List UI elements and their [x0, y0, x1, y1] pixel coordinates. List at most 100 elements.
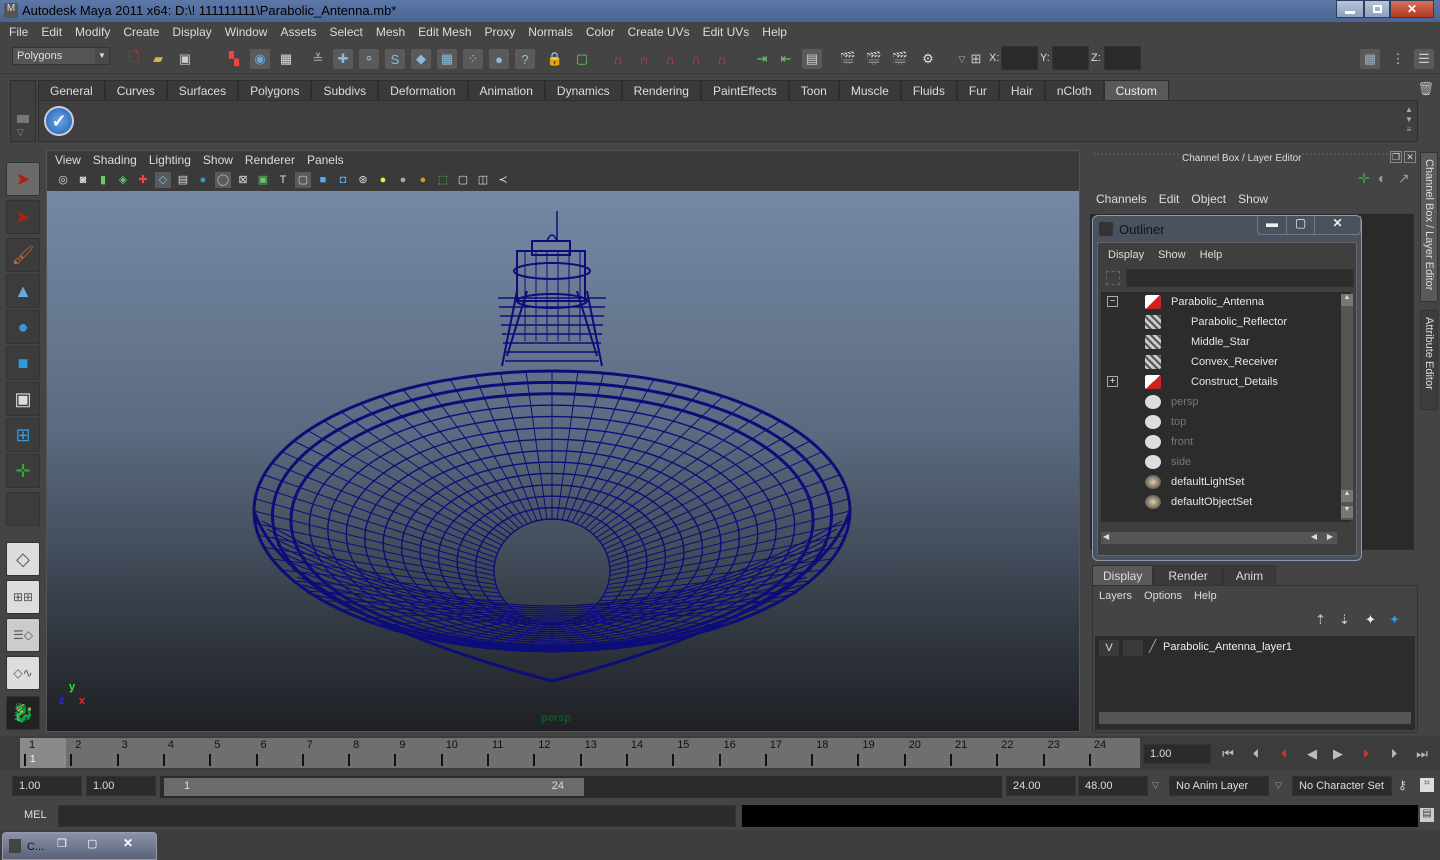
- viewport-menu-view[interactable]: View: [55, 153, 93, 167]
- select-by-object-button[interactable]: ◉: [250, 49, 270, 69]
- scroll-up-icon[interactable]: ▲: [1341, 490, 1353, 502]
- select-handles-button[interactable]: ✚: [333, 49, 353, 69]
- highlight-selection-button[interactable]: ▢: [572, 49, 592, 69]
- new-layer-icon[interactable]: ✦: [1365, 612, 1376, 628]
- shelf-tab-painteffects[interactable]: PaintEffects: [700, 80, 789, 100]
- shelf-tab-fluids[interactable]: Fluids: [900, 80, 957, 100]
- snap-curve-button[interactable]: ∩: [634, 49, 654, 69]
- menu-color[interactable]: Color: [581, 25, 623, 39]
- play-backwards-button[interactable]: ◀: [1302, 746, 1322, 762]
- outliner-vscrollbar[interactable]: ▲ ▲ ▼: [1341, 294, 1353, 520]
- scroll-left-icon[interactable]: ◀: [1311, 532, 1317, 541]
- shelf-tab-subdivs[interactable]: Subdivs: [311, 80, 379, 100]
- film-gate-icon[interactable]: ▤: [175, 172, 191, 188]
- animation-start-field[interactable]: 1.00: [12, 776, 82, 796]
- range-slider-handle[interactable]: 1 24: [164, 778, 584, 796]
- shelf-tab-muscle[interactable]: Muscle: [838, 80, 901, 100]
- absolute-transform-button[interactable]: ⊞: [966, 49, 986, 69]
- current-time-field[interactable]: 1.00: [1143, 744, 1211, 764]
- panel-drag-handle-right[interactable]: [1302, 153, 1392, 161]
- shelf-tab-rendering[interactable]: Rendering: [621, 80, 701, 100]
- shelf-tab-deformation[interactable]: Deformation: [378, 80, 468, 100]
- render-settings-button[interactable]: ⚙: [918, 49, 938, 69]
- select-joints-button[interactable]: ⚬: [359, 49, 379, 69]
- two-d-pan-zoom-icon[interactable]: ✚: [135, 172, 151, 188]
- menu-assets[interactable]: Assets: [275, 25, 324, 39]
- mask-dropdown-button[interactable]: ≚: [308, 49, 328, 69]
- menu-display[interactable]: Display: [167, 25, 219, 39]
- go-to-end-button[interactable]: ⏭: [1412, 746, 1432, 762]
- textured-icon[interactable]: ⊛: [355, 172, 371, 188]
- outliner-item[interactable]: defaultObjectSet: [1101, 492, 1339, 512]
- outliner-item[interactable]: Convex_Receiver: [1101, 352, 1339, 372]
- step-back-key-button[interactable]: ⏴: [1246, 746, 1266, 762]
- outliner-item[interactable]: persp: [1101, 392, 1339, 412]
- play-forwards-button[interactable]: ▶: [1328, 746, 1348, 762]
- shelf-tab-fur[interactable]: Fur: [956, 80, 999, 100]
- layer-tab-anim[interactable]: Anim: [1222, 565, 1277, 586]
- bookmarks-icon[interactable]: ▮: [95, 172, 111, 188]
- four-view-layout[interactable]: ⊞⊞: [6, 580, 40, 614]
- viewport-menu-lighting[interactable]: Lighting: [149, 153, 203, 167]
- step-forward-key-button[interactable]: ⏵: [1384, 746, 1404, 762]
- menu-window[interactable]: Window: [220, 25, 276, 39]
- help-menu[interactable]: Help: [1194, 590, 1217, 602]
- menu-set-dropdown[interactable]: Polygons ▼: [12, 47, 110, 65]
- shelf-tab-custom[interactable]: Custom: [1103, 80, 1169, 100]
- layer-type-toggle[interactable]: [1123, 640, 1143, 656]
- collapse-icon[interactable]: −: [1107, 296, 1118, 307]
- all-lights-icon[interactable]: ●: [395, 172, 411, 188]
- viewport-menu-renderer[interactable]: Renderer: [245, 153, 307, 167]
- playback-end-field[interactable]: 24.00: [1006, 776, 1076, 796]
- show-manipulator-tool[interactable]: ✛: [6, 454, 40, 488]
- character-set-dropdown[interactable]: No Character Set: [1292, 776, 1392, 796]
- new-layer-from-selection-icon[interactable]: ✦: [1389, 612, 1400, 628]
- universal-manipulator-tool[interactable]: ▣: [6, 382, 40, 416]
- render-view-button[interactable]: 🎬: [838, 49, 858, 69]
- channel-box-toggle[interactable]: ☰: [1414, 49, 1434, 69]
- current-time-marker[interactable]: [20, 738, 66, 768]
- menu-modify[interactable]: Modify: [70, 25, 118, 39]
- select-deformations-button[interactable]: ▦: [437, 49, 457, 69]
- layer-name[interactable]: Parabolic_Antenna_layer1: [1163, 641, 1292, 653]
- layers-menu[interactable]: Layers: [1099, 590, 1132, 602]
- select-by-component-button[interactable]: ▦: [276, 49, 296, 69]
- shelf-tab-surfaces[interactable]: Surfaces: [166, 80, 239, 100]
- default-lighting-icon[interactable]: ●: [375, 172, 391, 188]
- close-button[interactable]: ✕: [1390, 0, 1434, 18]
- step-back-frame-button[interactable]: ⏴: [1274, 746, 1294, 762]
- wireframe-icon[interactable]: ▢: [295, 172, 311, 188]
- scroll-left-icon[interactable]: ◀: [1103, 532, 1109, 541]
- outliner-item[interactable]: Parabolic_Reflector: [1101, 312, 1339, 332]
- smooth-shade-icon[interactable]: ■: [315, 172, 331, 188]
- scroll-down-icon[interactable]: ▼: [1341, 506, 1353, 518]
- shelf-tab-toon[interactable]: Toon: [788, 80, 839, 100]
- field-chart-icon[interactable]: ⊠: [235, 172, 251, 188]
- image-plane-icon[interactable]: ◈: [115, 172, 131, 188]
- menu-help[interactable]: Help: [757, 25, 795, 39]
- anim-layer-dropdown[interactable]: No Anim Layer: [1169, 776, 1269, 796]
- channel-box-side-tab[interactable]: Channel Box / Layer Editor: [1420, 152, 1438, 302]
- scroll-right-icon[interactable]: ▶: [1327, 532, 1333, 541]
- chevron-down-icon[interactable]: ▽: [1152, 780, 1159, 791]
- minimize-button[interactable]: [1336, 0, 1364, 18]
- outliner-item[interactable]: front: [1101, 432, 1339, 452]
- move-layer-up-icon[interactable]: ⇡: [1315, 612, 1326, 628]
- outliner-hscrollbar[interactable]: ◀ ◀ ▶: [1101, 532, 1337, 544]
- select-surfaces-button[interactable]: ◆: [411, 49, 431, 69]
- layer-tab-display[interactable]: Display: [1092, 565, 1154, 586]
- close-panel-icon[interactable]: ✕: [1404, 151, 1416, 163]
- outliner-item[interactable]: + Construct_Details: [1101, 372, 1339, 392]
- construction-history-button[interactable]: ▤: [802, 49, 822, 69]
- safe-action-icon[interactable]: ▣: [255, 172, 271, 188]
- shelf-tab-hair[interactable]: Hair: [998, 80, 1045, 100]
- expand-icon[interactable]: +: [1107, 376, 1118, 387]
- menu-create-uvs[interactable]: Create UVs: [623, 25, 698, 39]
- safe-title-icon[interactable]: T: [275, 172, 291, 188]
- select-curves-button[interactable]: S: [385, 49, 405, 69]
- persp-graph-layout[interactable]: ◇∿: [6, 656, 40, 690]
- resolution-gate-icon[interactable]: ●: [195, 172, 211, 188]
- outliner-menu-help[interactable]: Help: [1200, 249, 1223, 261]
- attribute-editor-side-tab[interactable]: Attribute Editor: [1420, 310, 1438, 410]
- menu-edit[interactable]: Edit: [36, 25, 70, 39]
